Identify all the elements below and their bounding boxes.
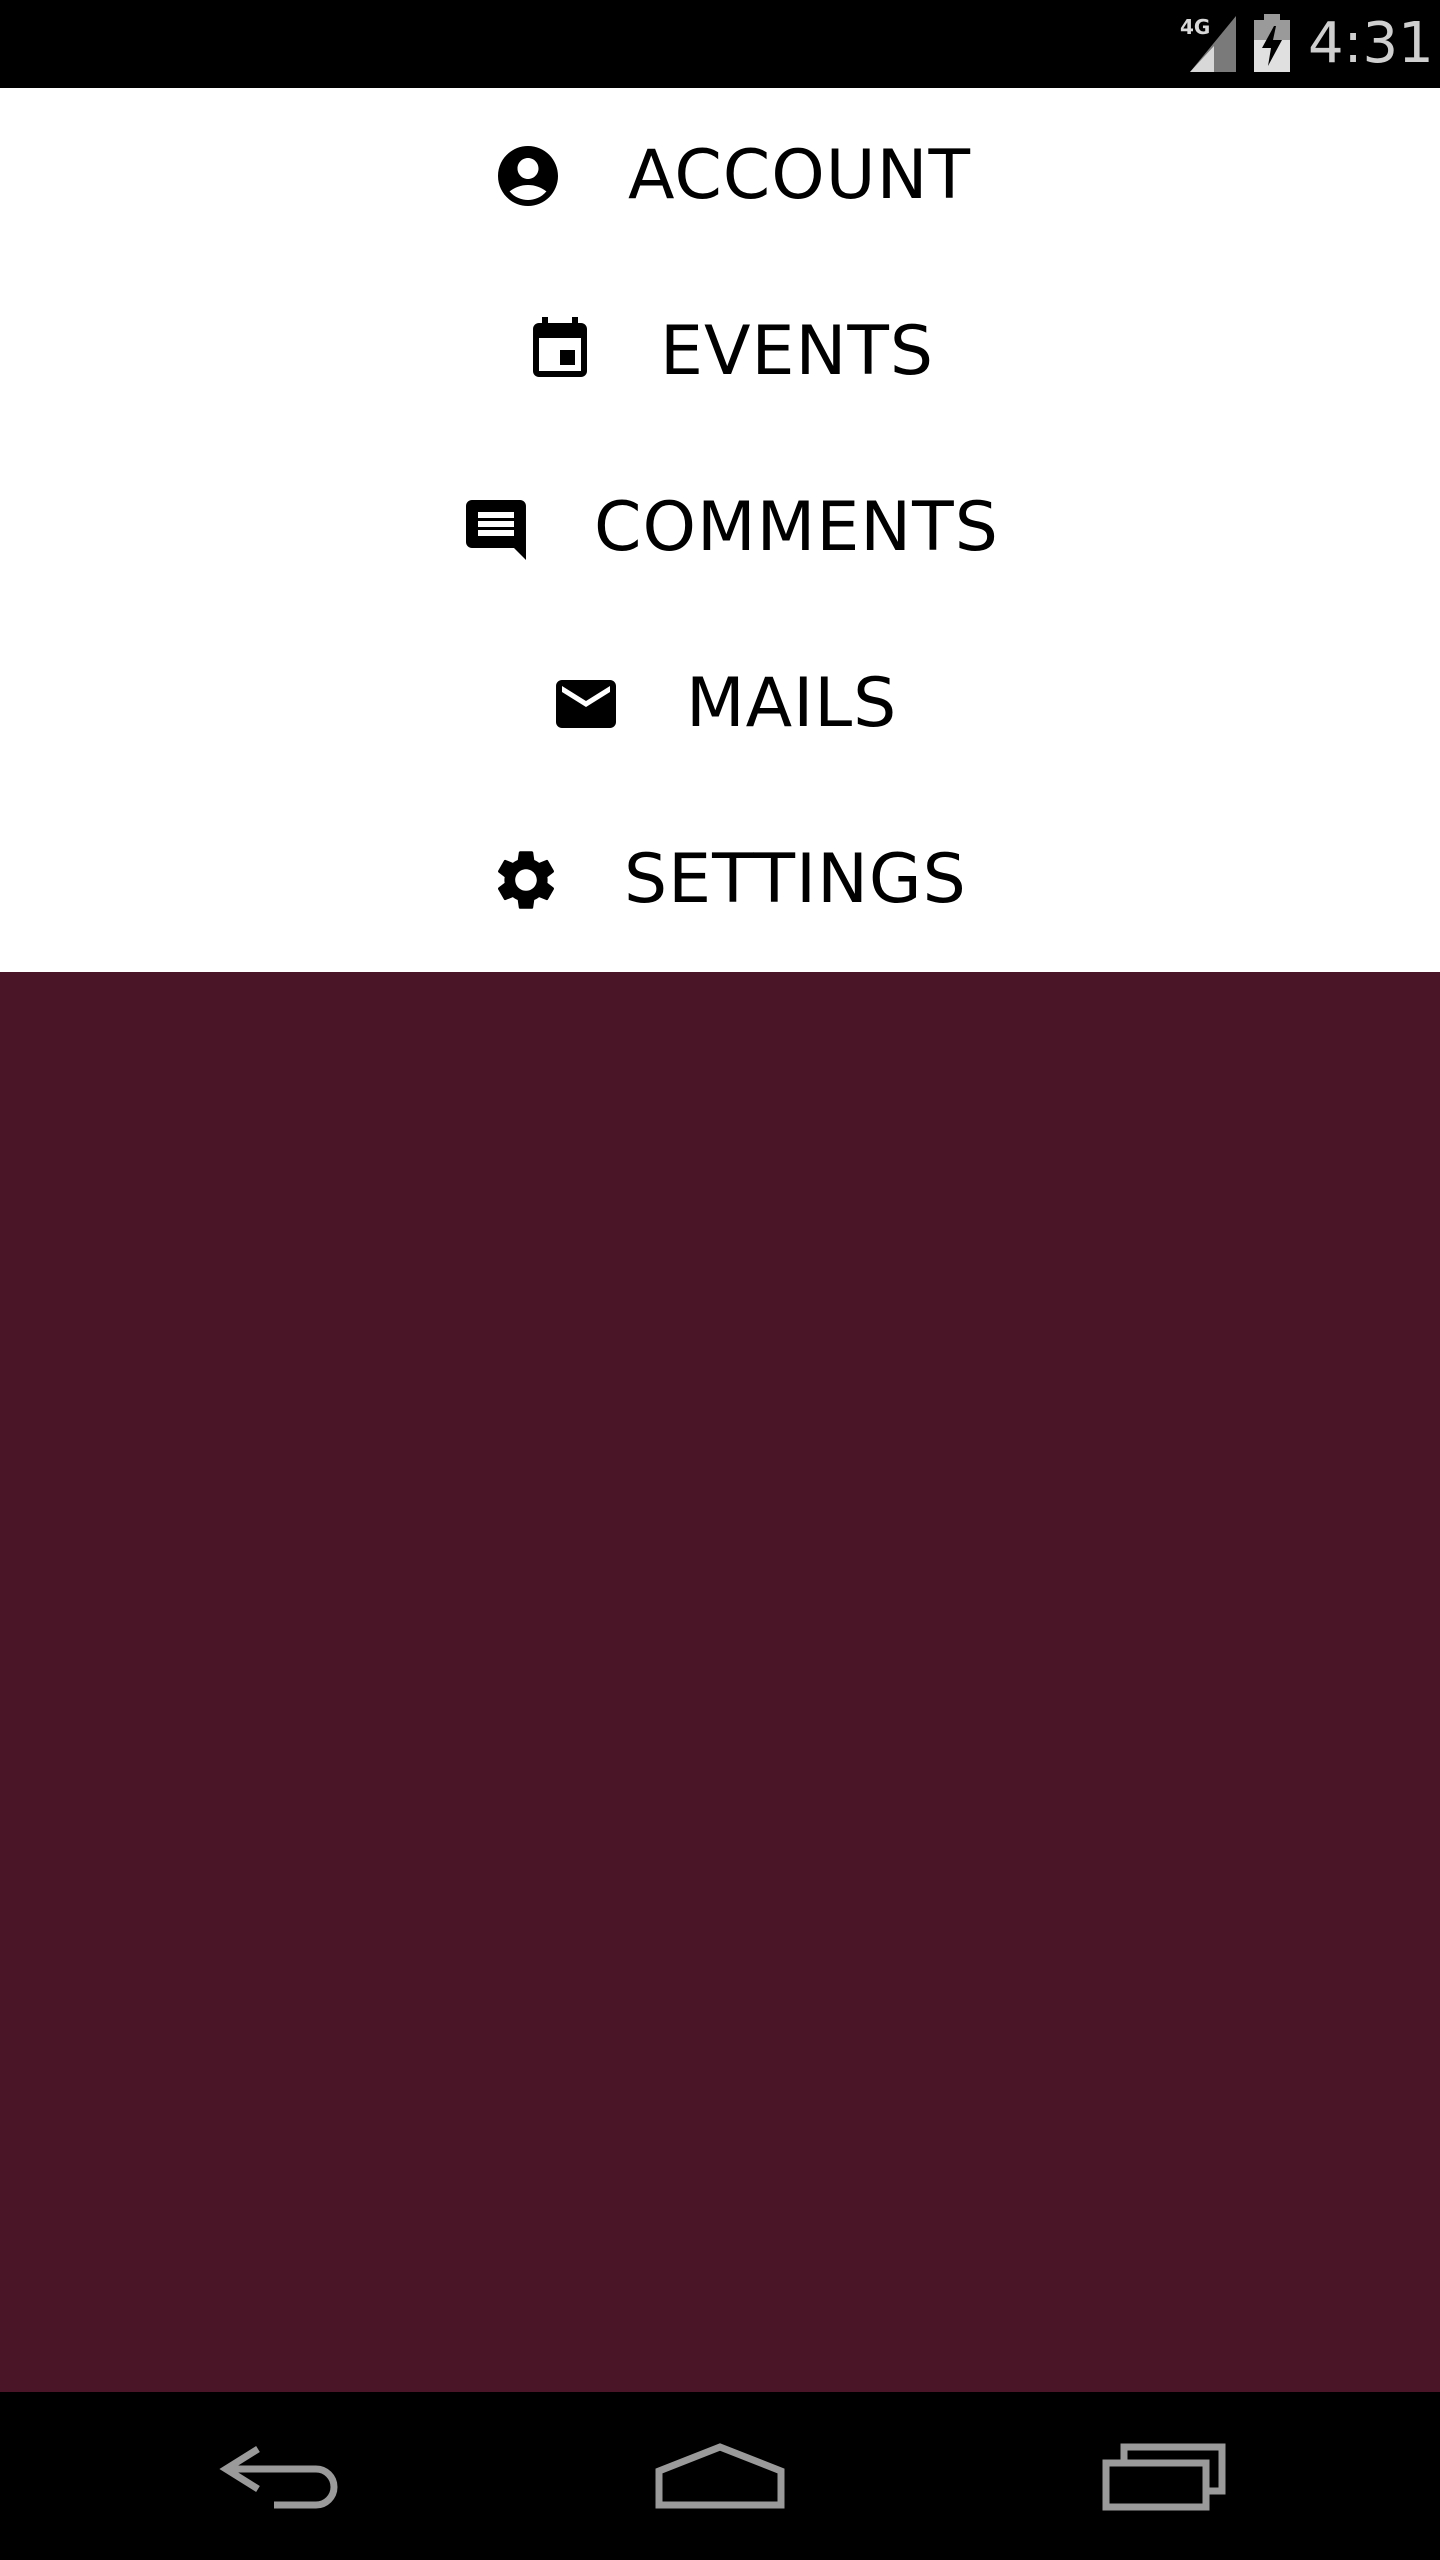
menu-item-label: EVENTS [660, 312, 935, 391]
menu-item-events[interactable]: EVENTS [0, 264, 1440, 440]
recents-button[interactable] [1044, 2392, 1284, 2560]
svg-text:4G: 4G [1180, 15, 1210, 39]
navigation-bar [0, 2392, 1440, 2560]
menu-item-label: ACCOUNT [628, 136, 971, 215]
menu-item-label: SETTINGS [624, 840, 967, 919]
account-circle-icon [498, 146, 558, 206]
battery-charging-icon [1254, 14, 1290, 72]
back-button[interactable] [160, 2392, 400, 2560]
gear-icon [497, 851, 555, 909]
menu-item-settings[interactable]: SETTINGS [0, 792, 1440, 968]
navigation-menu: ACCOUNT EVENTS COMMENTS MAILS SETTINGS [0, 88, 1440, 972]
back-icon [219, 2446, 338, 2509]
recents-icon [1102, 2443, 1226, 2511]
status-bar: 4G 4:31 [0, 0, 1440, 88]
menu-item-comments[interactable]: COMMENTS [0, 440, 1440, 616]
signal-icon: 4G [1180, 15, 1236, 72]
content-area [0, 972, 1440, 2392]
menu-item-mails[interactable]: MAILS [0, 616, 1440, 792]
home-button[interactable] [600, 2392, 840, 2560]
home-icon [655, 2443, 785, 2509]
menu-item-account[interactable]: ACCOUNT [0, 88, 1440, 264]
calendar-event-icon [533, 317, 587, 377]
menu-item-label: COMMENTS [594, 488, 999, 567]
comment-icon [466, 500, 526, 560]
status-clock: 4:31 [1308, 11, 1434, 76]
menu-item-label: MAILS [686, 664, 898, 743]
mail-icon [556, 680, 616, 728]
